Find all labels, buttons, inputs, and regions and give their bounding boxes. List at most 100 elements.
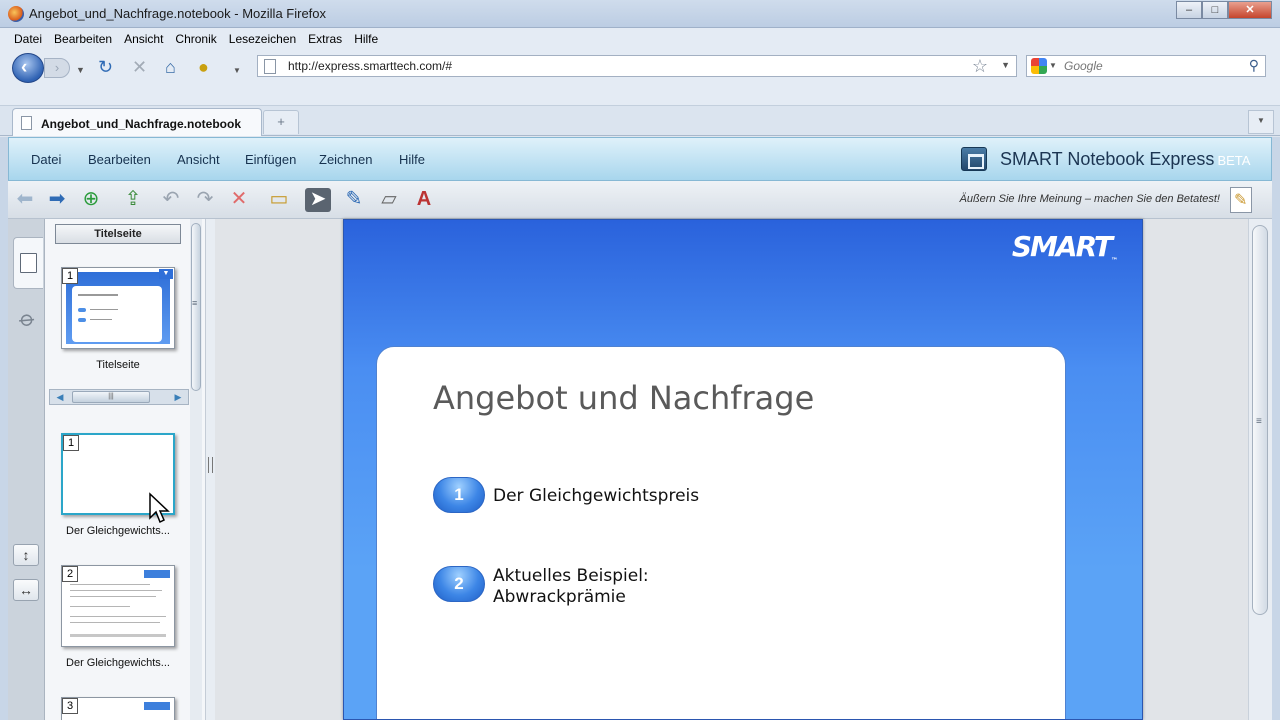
smart-logo: SMART™ — [1011, 230, 1118, 265]
app-menu-zeichnen[interactable]: Zeichnen — [319, 152, 372, 167]
vertical-move-button[interactable]: ↕ — [13, 544, 39, 566]
url-dropdown-icon[interactable]: ▼ — [1001, 60, 1010, 70]
url-text: http://express.smarttech.com/# — [288, 59, 453, 73]
group-scrollbar[interactable]: ◀ ||| ▶ — [49, 389, 189, 405]
side-tabs: ⌀ ↕ ↔ — [8, 219, 45, 720]
window-titlebar: Angebot_und_Nachfrage.notebook - Mozilla… — [0, 0, 1280, 28]
browser-menubar: Datei Bearbeiten Ansicht Chronik Lesezei… — [0, 28, 1280, 50]
scroll-right-icon[interactable]: ▶ — [168, 390, 188, 404]
item-number-bubble[interactable]: 2 — [433, 566, 485, 602]
window-controls: – □ ✕ — [1176, 1, 1272, 19]
next-page-icon[interactable]: ➡ — [44, 188, 70, 212]
search-bar[interactable]: ▼ Google ⚲ — [1026, 55, 1266, 77]
stop-icon[interactable]: ✕ — [132, 58, 147, 76]
canvas-scrollbar[interactable] — [1248, 219, 1272, 720]
item-text[interactable]: Der Gleichgewichtspreis — [493, 486, 699, 507]
canvas-area: SMART™ Angebot und Nachfrage 1 Der Gleic… — [215, 219, 1248, 720]
frame-left — [0, 137, 8, 720]
reload-icon[interactable]: ↻ — [98, 58, 113, 76]
slide-card[interactable]: Angebot und Nachfrage 1 Der Gleichgewich… — [376, 346, 1066, 719]
item-text-line: Aktuelles Beispiel: — [493, 566, 649, 586]
back-button[interactable]: ‹ — [12, 53, 44, 83]
bookmark-star-icon[interactable]: ☆ — [972, 56, 988, 77]
forward-button[interactable]: › — [44, 58, 70, 78]
panel-splitter[interactable] — [205, 219, 215, 720]
menu-chronik[interactable]: Chronik — [169, 28, 222, 50]
thumbnail-preview — [66, 272, 170, 344]
item-number-bubble[interactable]: 1 — [433, 477, 485, 513]
page-sorter-tab[interactable] — [13, 237, 43, 289]
thumbnail-smart-logo — [144, 570, 170, 578]
slide[interactable]: SMART™ Angebot und Nachfrage 1 Der Gleic… — [343, 219, 1143, 720]
tab-list-button[interactable]: ▼ — [1248, 110, 1274, 134]
url-bar[interactable]: http://express.smarttech.com/# ☆ ▼ — [257, 55, 1017, 77]
menu-lesezeichen[interactable]: Lesezeichen — [223, 28, 302, 50]
redo-icon[interactable]: ↷ — [192, 188, 218, 212]
page-icon — [264, 59, 276, 74]
pen-tool-icon[interactable]: ✎ — [341, 188, 367, 212]
new-tab-button[interactable]: + — [263, 110, 299, 134]
scroll-thumb[interactable]: ||| — [72, 391, 150, 403]
addon-icon[interactable]: ● — [198, 58, 209, 76]
tab-strip: Angebot_und_Nachfrage.notebook + ▼ — [0, 106, 1280, 136]
undo-icon[interactable]: ↶ — [158, 188, 184, 212]
history-dropdown-icon[interactable]: ▼ — [76, 61, 85, 79]
feedback-pencil-icon[interactable] — [1230, 187, 1252, 213]
page-thumbnail-3[interactable]: 2 — [61, 565, 175, 647]
text-tool-icon[interactable]: A — [411, 188, 437, 212]
item-text[interactable]: Aktuelles Beispiel: Abwrackprämie — [493, 566, 649, 608]
firefox-icon — [8, 6, 24, 22]
page-menu-icon[interactable]: ▼ — [159, 269, 173, 279]
open-file-icon[interactable]: ⇪ — [120, 188, 146, 212]
menu-bearbeiten[interactable]: Bearbeiten — [48, 28, 118, 50]
group-title[interactable]: Titelseite — [55, 224, 181, 244]
maximize-button[interactable]: □ — [1202, 1, 1228, 19]
app-menu-datei[interactable]: Datei — [31, 152, 61, 167]
addon-dropdown-icon[interactable]: ▼ — [233, 62, 241, 80]
feedback-text[interactable]: Äußern Sie Ihre Meinung – machen Sie den… — [960, 193, 1221, 205]
menu-extras[interactable]: Extras — [302, 28, 348, 50]
scroll-left-icon[interactable]: ◀ — [50, 390, 70, 404]
menu-ansicht[interactable]: Ansicht — [118, 28, 169, 50]
select-tool-icon[interactable]: ➤ — [305, 188, 331, 212]
screen-shade-icon[interactable]: ▭ — [266, 188, 292, 212]
bookmarks-toolbar — [0, 86, 1280, 106]
page-number: 3 — [62, 698, 78, 714]
search-input[interactable]: Google — [1064, 59, 1103, 73]
window-title: Angebot_und_Nachfrage.notebook - Mozilla… — [29, 6, 327, 21]
add-page-icon[interactable]: ⊕ — [78, 188, 104, 212]
tab-page-icon — [21, 116, 32, 130]
slide-title[interactable]: Angebot und Nachfrage — [433, 379, 814, 417]
attachments-tab[interactable]: ⌀ — [13, 293, 43, 345]
menu-hilfe[interactable]: Hilfe — [348, 28, 384, 50]
google-icon[interactable] — [1031, 58, 1047, 74]
horizontal-move-button[interactable]: ↔ — [13, 579, 39, 601]
canvas-scroll-thumb[interactable] — [1252, 225, 1268, 615]
sorter-scroll-thumb[interactable] — [191, 223, 201, 391]
menu-datei[interactable]: Datei — [8, 28, 48, 50]
search-engine-dropdown-icon[interactable]: ▼ — [1049, 61, 1057, 70]
delete-icon[interactable]: ✕ — [226, 188, 252, 212]
back-arrow-icon: ‹ — [21, 57, 28, 78]
app-menu-bearbeiten[interactable]: Bearbeiten — [88, 152, 151, 167]
page-thumbnail-1[interactable]: 1 ▼ — [61, 267, 175, 349]
search-icon[interactable]: ⚲ — [1249, 57, 1259, 74]
sorter-scrollbar[interactable] — [190, 219, 202, 720]
home-icon[interactable]: ⌂ — [165, 58, 176, 76]
app-menu-ansicht[interactable]: Ansicht — [177, 152, 220, 167]
thumbnail-smart-logo — [144, 702, 170, 710]
page-label: Der Gleichgewichts... — [66, 525, 170, 537]
page-number: 1 — [62, 268, 78, 284]
navigation-toolbar: ‹ › ▼ ↻ ✕ ⌂ ● ▼ http://express.smarttech… — [0, 50, 1280, 86]
page-thumbnail-4[interactable]: 3 — [61, 697, 175, 720]
smart-notebook-icon — [961, 147, 987, 171]
app-menu-hilfe[interactable]: Hilfe — [399, 152, 425, 167]
page-label: Titelseite — [96, 359, 140, 371]
close-window-button[interactable]: ✕ — [1228, 1, 1272, 19]
eraser-tool-icon[interactable]: ▱ — [376, 188, 402, 212]
tab-notebook[interactable]: Angebot_und_Nachfrage.notebook — [12, 108, 262, 136]
brand-name: SMART Notebook Express — [1000, 149, 1215, 169]
app-menu-einfuegen[interactable]: Einfügen — [245, 152, 296, 167]
minimize-button[interactable]: – — [1176, 1, 1202, 19]
previous-page-icon[interactable]: ⬅ — [12, 188, 38, 212]
